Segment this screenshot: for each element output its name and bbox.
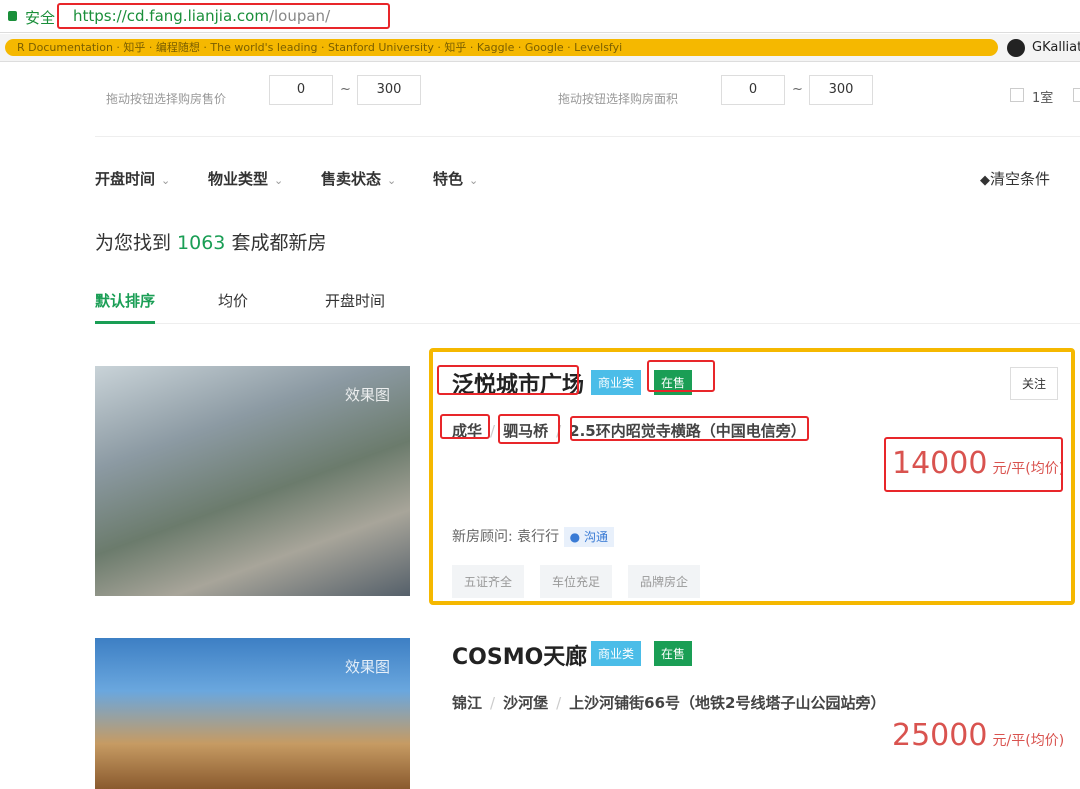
tilde: ~ bbox=[340, 82, 351, 97]
tab-default-sort[interactable]: 默认排序 bbox=[95, 290, 155, 311]
area-filter-label: 拖动按钮选择购房面积 bbox=[558, 92, 679, 106]
github-icon bbox=[1007, 39, 1025, 57]
annotation-box bbox=[440, 414, 490, 439]
result-number: 1063 bbox=[177, 232, 226, 254]
district[interactable]: 锦江 bbox=[452, 694, 482, 712]
chevron-down-icon: ⌄ bbox=[387, 174, 397, 187]
listing-title[interactable]: COSMO天廊 bbox=[452, 639, 587, 671]
chevron-down-icon: ⌄ bbox=[274, 174, 284, 187]
follow-button[interactable]: 关注 bbox=[1010, 367, 1059, 400]
annotation-box bbox=[647, 360, 715, 392]
result-count: 为您找到 1063 套成都新房 bbox=[95, 228, 326, 255]
room-option-label: 1室 bbox=[1032, 91, 1054, 106]
divider bbox=[95, 323, 1080, 324]
active-tab-underline bbox=[95, 321, 155, 324]
dropdown-open-time[interactable]: 开盘时间 ⌄ bbox=[95, 168, 170, 189]
chat-label: 沟通 bbox=[583, 530, 608, 544]
secure-label: 安全 bbox=[25, 9, 56, 27]
image-label: 效果图 bbox=[344, 658, 390, 676]
annotation-box bbox=[570, 416, 809, 441]
lock-icon bbox=[8, 11, 17, 21]
listing-location: 锦江 / 沙河堡 / 上沙河铺街66号（地铁2号线塔子山公园站旁） bbox=[452, 692, 885, 713]
bookmark-github[interactable]: GKalliat bbox=[1032, 40, 1080, 55]
listing-image[interactable]: 效果图 bbox=[95, 366, 410, 596]
advisor-name: 袁行行 bbox=[517, 529, 560, 545]
clear-label: 清空条件 bbox=[990, 170, 1051, 188]
image-label: 效果图 bbox=[344, 386, 390, 404]
url-annotation-box bbox=[57, 3, 390, 29]
dropdown-label: 特色 bbox=[433, 170, 464, 188]
annotation-box bbox=[437, 365, 579, 395]
price-value: 25000 bbox=[892, 718, 988, 753]
type-tag: 商业类 bbox=[591, 370, 642, 395]
price-max-input[interactable]: 300 bbox=[357, 75, 421, 105]
tab-avg-price[interactable]: 均价 bbox=[218, 290, 248, 311]
price-filter-label: 拖动按钮选择购房售价 bbox=[106, 92, 227, 106]
annotation-box bbox=[498, 414, 560, 444]
listing-image[interactable]: 效果图 bbox=[95, 638, 410, 789]
dropdown-sale-status[interactable]: 售卖状态 ⌄ bbox=[321, 168, 396, 189]
price-min-input[interactable]: 0 bbox=[269, 75, 333, 105]
area-max-input[interactable]: 300 bbox=[809, 75, 873, 105]
annotation-box bbox=[884, 437, 1063, 492]
feature-tag: 五证齐全 bbox=[452, 565, 525, 598]
dropdown-features[interactable]: 特色 ⌄ bbox=[433, 168, 478, 189]
advisor: 新房顾问: 袁行行 ● 沟通 bbox=[452, 526, 614, 547]
tab-open-time[interactable]: 开盘时间 bbox=[325, 290, 385, 311]
dropdown-label: 开盘时间 bbox=[95, 170, 156, 188]
feature-tag: 品牌房企 bbox=[628, 565, 701, 598]
chevron-down-icon: ⌄ bbox=[469, 174, 479, 187]
eraser-icon: ◆ bbox=[980, 173, 990, 188]
chat-button[interactable]: ● 沟通 bbox=[563, 527, 614, 547]
dropdown-property-type[interactable]: 物业类型 ⌄ bbox=[208, 168, 283, 189]
address: 上沙河铺街66号（地铁2号线塔子山公园站旁） bbox=[569, 694, 886, 712]
area[interactable]: 沙河堡 bbox=[503, 694, 548, 712]
room-checkbox[interactable] bbox=[1010, 88, 1024, 102]
chevron-down-icon: ⌄ bbox=[161, 174, 171, 187]
separator: / bbox=[556, 694, 562, 712]
dropdown-label: 物业类型 bbox=[208, 170, 269, 188]
listing-price: 25000 元/平(均价) bbox=[892, 718, 1064, 753]
tilde: ~ bbox=[792, 82, 803, 97]
advisor-label: 新房顾问: bbox=[452, 529, 513, 545]
area-min-input[interactable]: 0 bbox=[721, 75, 785, 105]
status-tag: 在售 bbox=[654, 641, 693, 666]
type-tag: 商业类 bbox=[591, 641, 642, 666]
separator: / bbox=[490, 422, 496, 440]
result-suffix: 套成都新房 bbox=[225, 232, 327, 254]
separator: / bbox=[490, 694, 496, 712]
bookmarks-redacted[interactable]: R Documentation · 知乎 · 编程随想 · The world'… bbox=[5, 39, 998, 56]
clear-filters-button[interactable]: ◆清空条件 bbox=[980, 168, 1050, 189]
price-unit: 元/平(均价) bbox=[992, 733, 1065, 749]
room-checkbox-2[interactable] bbox=[1073, 88, 1080, 102]
divider bbox=[95, 136, 1080, 137]
result-prefix: 为您找到 bbox=[95, 232, 178, 254]
feature-tag: 车位充足 bbox=[540, 565, 613, 598]
chat-icon: ● bbox=[569, 530, 581, 544]
dropdown-label: 售卖状态 bbox=[321, 170, 382, 188]
